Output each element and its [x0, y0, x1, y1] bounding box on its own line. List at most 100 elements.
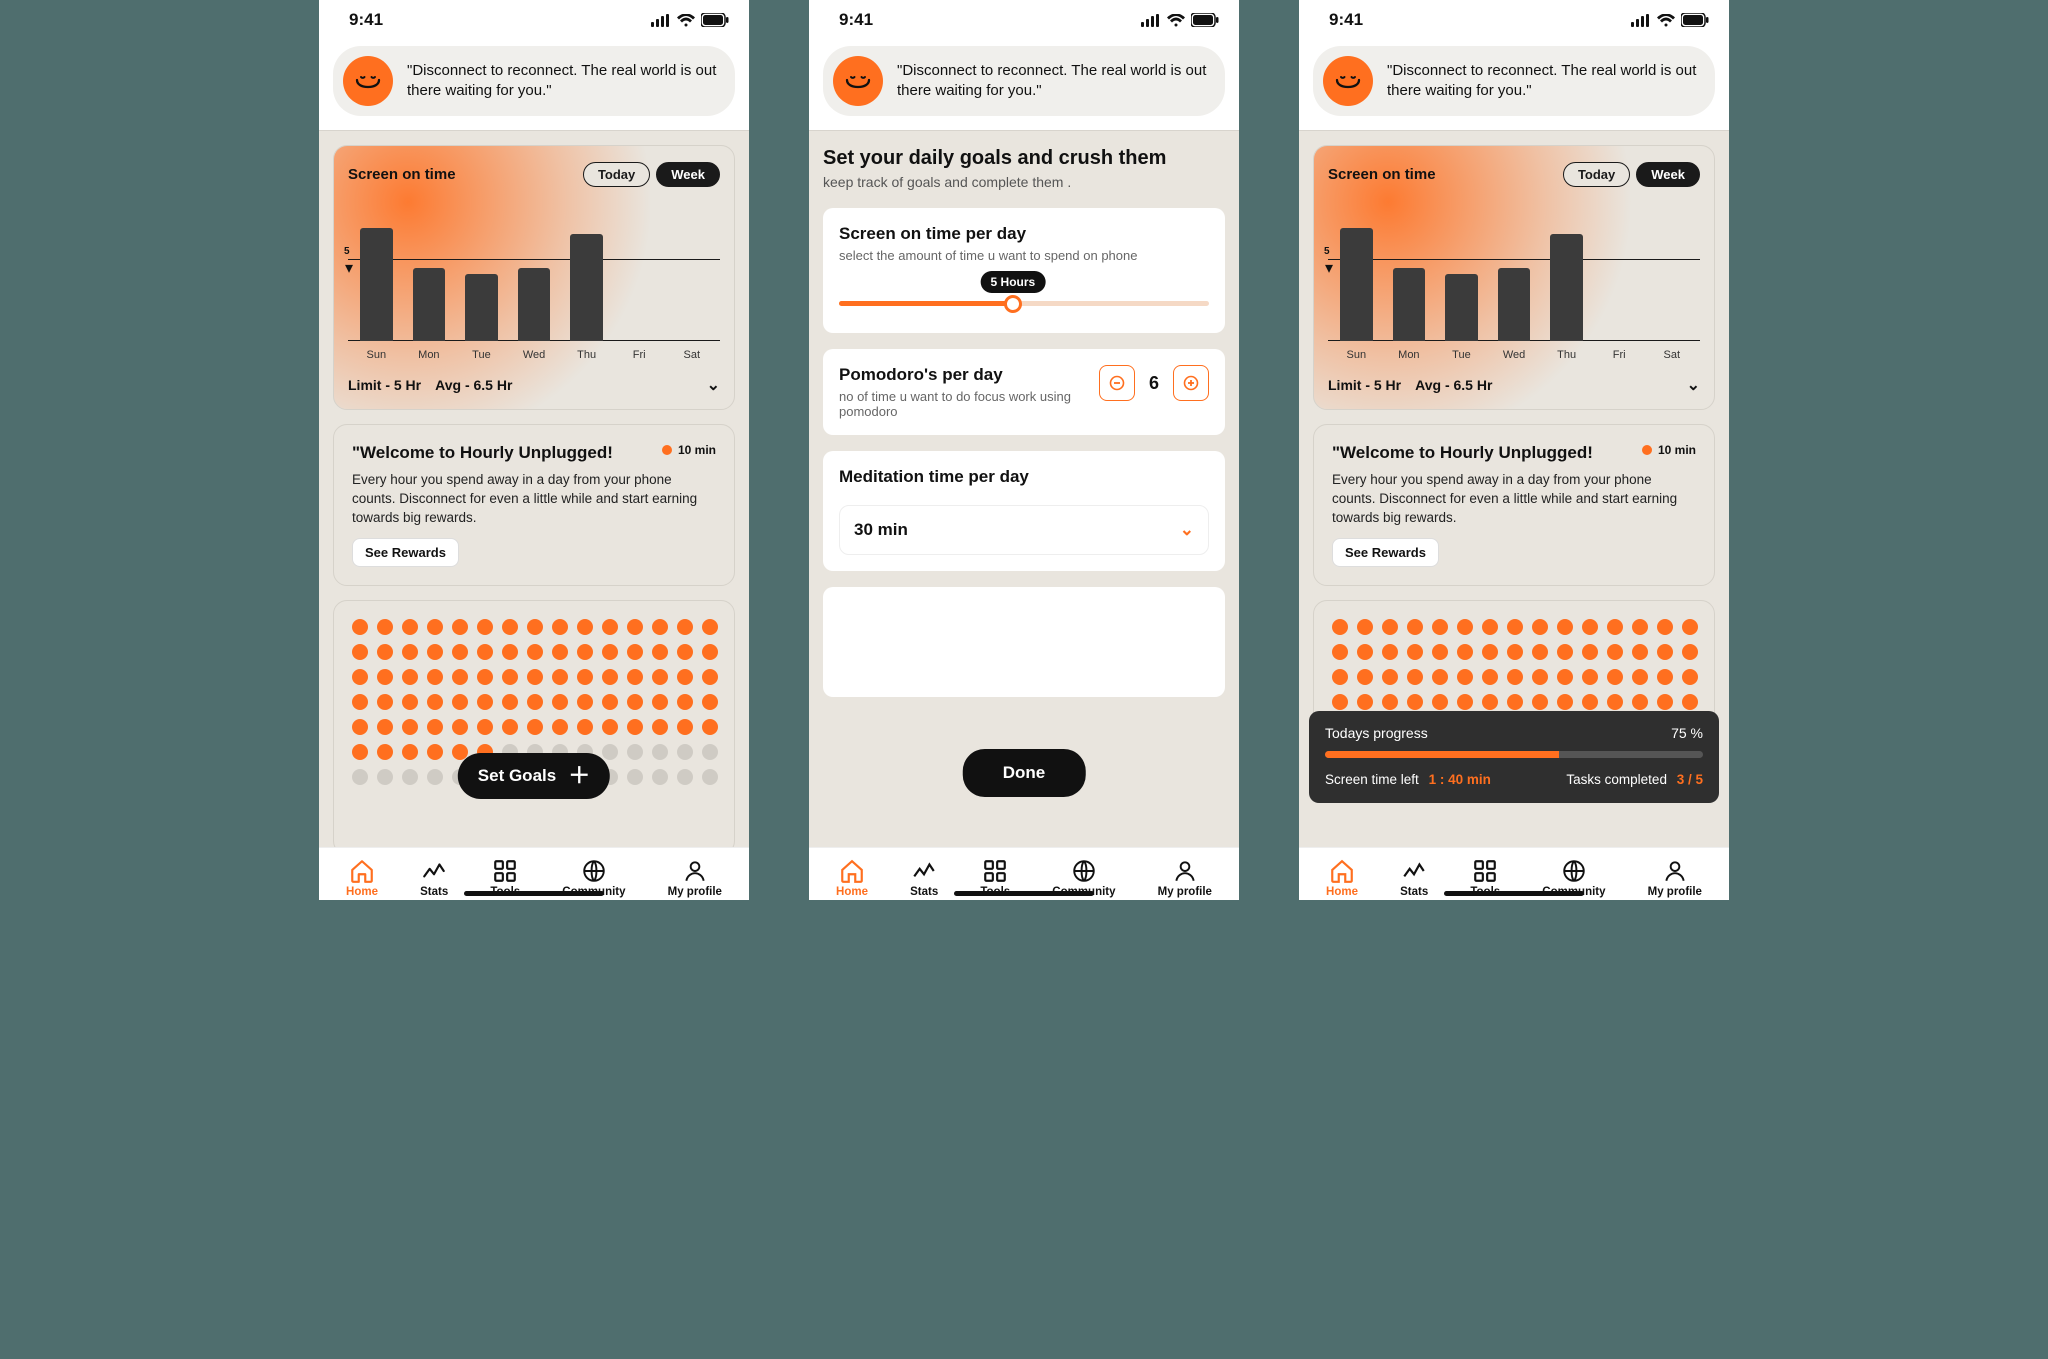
toggle-today[interactable]: Today [1563, 162, 1630, 187]
stats-icon [911, 858, 937, 884]
profile-icon [1172, 858, 1198, 884]
toggle-week[interactable]: Week [1636, 162, 1700, 187]
home-indicator [464, 891, 604, 896]
status-time: 9:41 [349, 10, 383, 30]
tab-profile[interactable]: My profile [1648, 858, 1702, 898]
signal-icon [1631, 14, 1651, 27]
status-time: 9:41 [839, 10, 873, 30]
status-bar: 9:41 [319, 0, 749, 36]
pomodoro-value: 6 [1149, 373, 1159, 394]
tab-bar: Home Stats Tools Community My profile [1299, 847, 1729, 900]
status-icons [1141, 13, 1219, 27]
toggle-week[interactable]: Week [656, 162, 720, 187]
app-logo-icon [1323, 56, 1373, 106]
day-label: Sat [675, 349, 708, 361]
day-label: Tue [465, 349, 498, 361]
toggle-today[interactable]: Today [583, 162, 650, 187]
home-screen: 9:41 "Disconnect to reconnect. The real … [319, 0, 749, 900]
avg-text: Avg - 6.5 Hr [1415, 377, 1492, 393]
card-title: Meditation time per day [839, 467, 1209, 487]
see-rewards-button[interactable]: See Rewards [352, 538, 459, 567]
progress-bar [1325, 751, 1703, 758]
screen-time-chart-card: Screen on time Today Week 5▾ [333, 145, 735, 410]
quote-text: "Disconnect to reconnect. The real world… [897, 61, 1209, 102]
plus-circle-icon [1183, 375, 1199, 391]
select-value: 30 min [854, 520, 908, 540]
done-button[interactable]: Done [963, 749, 1086, 797]
profile-icon [1662, 858, 1688, 884]
status-bar: 9:41 [809, 0, 1239, 36]
home-icon [1329, 858, 1355, 884]
info-title: "Welcome to Hourly Unplugged! [1332, 443, 1593, 463]
app-logo-icon [833, 56, 883, 106]
chart-title: Screen on time [1328, 166, 1436, 183]
tab-stats[interactable]: Stats [420, 858, 448, 898]
quote-text: "Disconnect to reconnect. The real world… [407, 61, 719, 102]
globe-icon [1561, 858, 1587, 884]
day-label: Mon [413, 349, 446, 361]
card-title: Screen on time per day [839, 224, 1209, 244]
read-time: 10 min [1642, 443, 1696, 457]
set-goals-button[interactable]: Set Goals ＋ [458, 753, 610, 799]
chevron-down-icon[interactable]: ⌄ [707, 375, 720, 395]
screen-time-slider[interactable]: 5 Hours [839, 281, 1209, 317]
screen-time-chart-card: Screen on time Today Week 5▾ [1313, 145, 1715, 410]
chevron-down-icon[interactable]: ⌄ [1687, 375, 1700, 395]
tab-home[interactable]: Home [346, 858, 378, 898]
day-label: Fri [623, 349, 656, 361]
quote-banner: "Disconnect to reconnect. The real world… [823, 46, 1225, 116]
minus-circle-icon [1109, 375, 1125, 391]
goal-pomodoro-card: Pomodoro's per day no of time u want to … [823, 349, 1225, 435]
goals-screen: 9:41 "Disconnect to reconnect. The real … [809, 0, 1239, 900]
avg-text: Avg - 6.5 Hr [435, 377, 512, 393]
home-icon [349, 858, 375, 884]
tab-home[interactable]: Home [836, 858, 868, 898]
status-icons [651, 13, 729, 27]
tasks-completed: Tasks completed 3 / 5 [1566, 772, 1703, 787]
info-title: "Welcome to Hourly Unplugged! [352, 443, 613, 463]
status-icons [1631, 13, 1709, 27]
profile-icon [682, 858, 708, 884]
progress-panel: Todays progress 75 % Screen time left 1 … [1309, 711, 1719, 803]
tab-profile[interactable]: My profile [668, 858, 722, 898]
meditation-select[interactable]: 30 min ⌄ [839, 505, 1209, 555]
info-body: Every hour you spend away in a day from … [352, 471, 716, 528]
quote-banner: "Disconnect to reconnect. The real world… [333, 46, 735, 116]
tab-profile[interactable]: My profile [1158, 858, 1212, 898]
dots-grid-card [333, 600, 735, 847]
card-sub: no of time u want to do focus work using… [839, 389, 1089, 419]
signal-icon [1141, 14, 1161, 27]
battery-icon [1191, 13, 1219, 27]
tools-icon [982, 858, 1008, 884]
tab-home[interactable]: Home [1326, 858, 1358, 898]
tab-bar: Home Stats Tools Community My profile [809, 847, 1239, 900]
limit-mark: 5 [344, 246, 350, 257]
limit-text: Limit - 5 Hr [1328, 377, 1401, 393]
day-label: Thu [570, 349, 603, 361]
stats-icon [1401, 858, 1427, 884]
rewards-info-card: "Welcome to Hourly Unplugged! 10 min Eve… [333, 424, 735, 586]
chart-title: Screen on time [348, 166, 456, 183]
bar-chart: 5▾ Sun Mon Tue Wed Thu Fri [1328, 221, 1700, 361]
progress-label: Todays progress [1325, 725, 1428, 741]
goals-subheading: keep track of goals and complete them . [823, 174, 1225, 190]
chevron-down-icon: ⌄ [1180, 520, 1194, 540]
card-sub: select the amount of time u want to spen… [839, 248, 1209, 263]
rewards-info-card: "Welcome to Hourly Unplugged! 10 min Eve… [1313, 424, 1715, 586]
increment-button[interactable] [1173, 365, 1209, 401]
goal-screen-time-card: Screen on time per day select the amount… [823, 208, 1225, 333]
day-label: Wed [518, 349, 551, 361]
goal-empty-card [823, 587, 1225, 697]
slider-thumb[interactable] [1004, 295, 1022, 313]
bar-chart: 5▾ Sun Mon Tue Wed Thu Fri [348, 221, 720, 361]
battery-icon [1681, 13, 1709, 27]
wifi-icon [1167, 14, 1185, 27]
tab-stats[interactable]: Stats [910, 858, 938, 898]
goals-heading: Set your daily goals and crush them [823, 147, 1225, 170]
tab-bar: Home Stats Tools Community My profile [319, 847, 749, 900]
see-rewards-button[interactable]: See Rewards [1332, 538, 1439, 567]
decrement-button[interactable] [1099, 365, 1135, 401]
home-indicator [1444, 891, 1584, 896]
tab-stats[interactable]: Stats [1400, 858, 1428, 898]
quote-text: "Disconnect to reconnect. The real world… [1387, 61, 1699, 102]
